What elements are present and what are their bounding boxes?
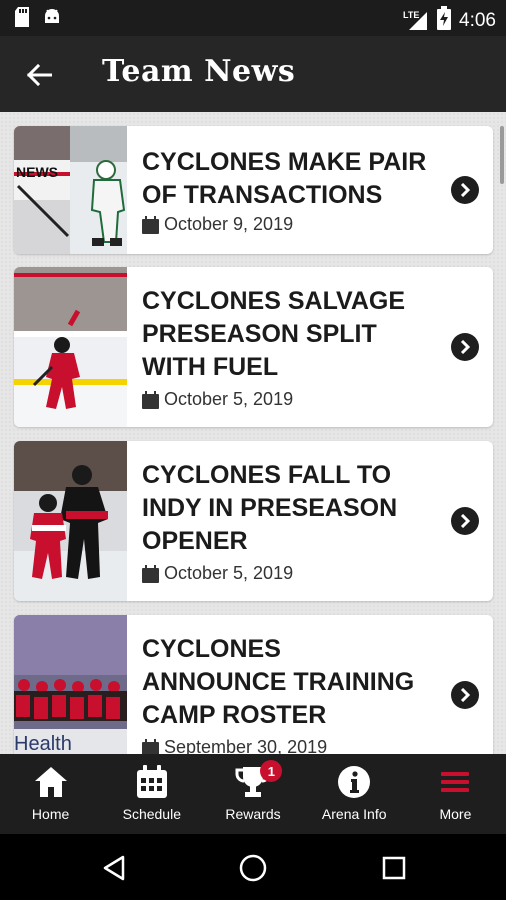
news-date: September 30, 2019 [142,737,327,754]
news-thumbnail [14,267,127,427]
news-title: CYCLONES MAKE PAIR OF TRANSACTIONS [142,148,427,209]
thumb-health-text: Health [14,733,72,754]
news-title: CYCLONES SALVAGE PRESEASON SPLIT WITH FU… [142,287,405,381]
home-circle-icon[interactable] [237,852,269,884]
back-triangle-icon[interactable] [98,852,130,884]
android-icon [42,7,62,32]
news-card[interactable]: NEWS CYCLONES MAKE PAIR OF TRANSACTIONS … [14,126,493,254]
nav-schedule[interactable]: Schedule [101,754,202,834]
nav-rewards[interactable]: 1 Rewards [202,754,303,834]
status-time: 4:06 [459,9,496,31]
battery-charging-icon [437,6,452,35]
news-date: October 9, 2019 [142,214,293,235]
system-navigation-bar [0,834,506,900]
info-icon [337,764,371,800]
nav-more[interactable]: More [405,754,506,834]
calendar-icon [142,215,159,234]
arrow-back-icon [26,64,52,86]
news-thumbnail [14,441,127,601]
news-card[interactable]: CYCLONES FALL TO INDY IN PRESEASON OPENE… [14,441,493,601]
news-thumbnail: Health [14,615,127,754]
news-list[interactable]: NEWS CYCLONES MAKE PAIR OF TRANSACTIONS … [0,112,506,754]
network-type: LTE [403,9,420,20]
chevron-right-icon[interactable] [451,507,479,535]
news-title: CYCLONES ANNOUNCE TRAINING CAMP ROSTER [142,635,415,729]
nav-home[interactable]: Home [0,754,101,834]
rewards-badge: 1 [260,760,283,782]
home-icon [33,764,69,800]
chevron-right-icon[interactable] [451,681,479,709]
bottom-navigation: Home Schedule 1 Rewards Arena Info More [0,754,506,834]
recents-square-icon[interactable] [378,852,410,884]
calendar-icon [136,764,168,800]
news-title: CYCLONES FALL TO INDY IN PRESEASON OPENE… [142,461,398,555]
news-thumbnail: NEWS [14,126,127,254]
scrollbar[interactable] [500,126,504,184]
news-date: October 5, 2019 [142,563,293,584]
menu-icon [441,764,470,800]
news-date: October 5, 2019 [142,389,293,410]
nav-arena-info[interactable]: Arena Info [304,754,405,834]
news-card[interactable]: Health CYCLONES ANNOUNCE TRAINING CAMP R… [14,615,493,754]
status-bar: LTE 4:06 [0,0,506,36]
chevron-right-icon[interactable] [451,176,479,204]
calendar-icon [142,564,159,583]
chevron-right-icon[interactable] [451,333,479,361]
calendar-icon [142,738,159,754]
lte-signal-icon: LTE [403,10,429,32]
thumb-news-text: NEWS [16,164,58,180]
back-button[interactable] [22,58,56,92]
app-header: Team News [0,36,506,112]
page-title: Team News [102,54,296,89]
sd-card-icon [14,7,30,32]
calendar-icon [142,390,159,409]
news-card[interactable]: CYCLONES SALVAGE PRESEASON SPLIT WITH FU… [14,267,493,427]
